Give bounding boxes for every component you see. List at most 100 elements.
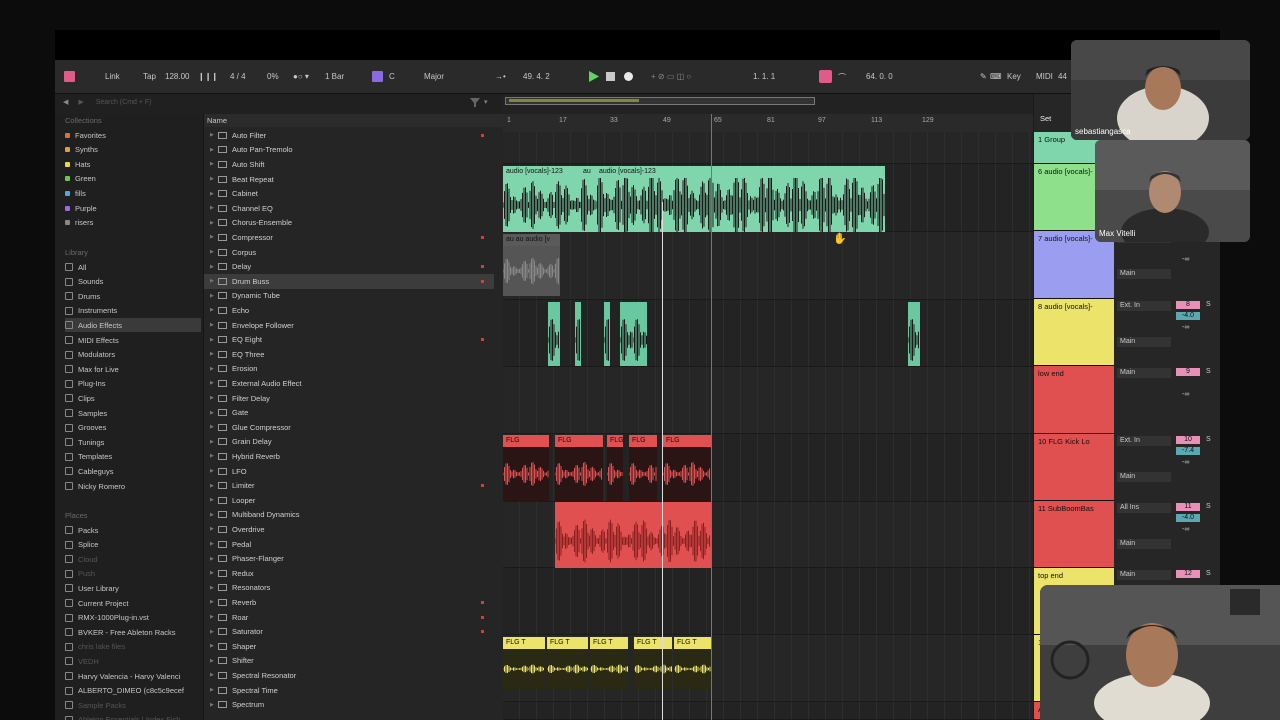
midi-clip[interactable]: FLG — [555, 435, 603, 501]
track-name[interactable]: 6 audio [vocals]- — [1038, 167, 1093, 176]
track-input-select[interactable]: Main — [1117, 368, 1171, 378]
track-name[interactable]: 10 FLG Kick Lo — [1038, 437, 1090, 446]
browser-list-item[interactable]: ▶ Reverb — [204, 595, 494, 610]
expand-triangle-icon[interactable]: ▶ — [204, 658, 214, 664]
place-item[interactable]: chris lake files — [65, 640, 201, 654]
expand-triangle-icon[interactable]: ▶ — [204, 366, 214, 372]
browser-list-item[interactable]: ▶ EQ Eight — [204, 332, 494, 347]
filter-icon[interactable] — [470, 98, 480, 107]
browser-list-item[interactable]: ▶ Grain Delay — [204, 435, 494, 450]
song-position[interactable]: 49. 4. 2 — [523, 72, 550, 81]
track-lane[interactable] — [503, 702, 1033, 720]
expand-triangle-icon[interactable]: ▶ — [204, 585, 214, 591]
search-input[interactable]: Search (Cmd + F) — [96, 99, 152, 106]
library-item[interactable]: Tunings — [65, 435, 201, 449]
tempo-field[interactable]: 128.00 — [165, 72, 189, 81]
library-item[interactable]: MIDI Effects — [65, 333, 201, 347]
track-output-select[interactable]: Main — [1117, 539, 1171, 549]
volume-field[interactable]: -4.0 — [1176, 312, 1200, 320]
track-name[interactable]: 7 audio [vocals]- — [1038, 234, 1093, 243]
expand-triangle-icon[interactable]: ▶ — [204, 410, 214, 416]
track-input-select[interactable]: Main — [1117, 570, 1171, 580]
track-header[interactable]: 10 FLG Kick Lo — [1034, 434, 1114, 501]
track-lane[interactable] — [503, 300, 1033, 367]
key-map-icon[interactable]: ⌨ — [990, 72, 1002, 81]
track-output-select[interactable]: Main — [1117, 269, 1171, 279]
library-item[interactable]: Grooves — [65, 421, 201, 435]
browser-list-item[interactable]: ▶ Spectral Time — [204, 683, 494, 698]
track-name[interactable]: 11 SubBoomBas — [1038, 504, 1094, 513]
metronome-icon[interactable]: ❙❙❙ — [198, 72, 218, 81]
browser-list-item[interactable]: ▶ Spectrum — [204, 697, 494, 712]
key-select[interactable]: C — [389, 72, 395, 81]
punch-icon[interactable]: ⌒ — [838, 72, 846, 83]
expand-triangle-icon[interactable]: ▶ — [204, 307, 214, 313]
browser-list-item[interactable]: ▶ Cabinet — [204, 186, 494, 201]
track-header[interactable]: 11 SubBoomBas — [1034, 501, 1114, 568]
browser-list-item[interactable]: ▶ Auto Filter — [204, 128, 494, 143]
browser-list-item[interactable]: ▶ Corpus — [204, 245, 494, 260]
browser-list-item[interactable]: ▶ Drum Buss — [204, 274, 494, 289]
collection-item[interactable]: Purple — [65, 201, 201, 215]
browser-list-item[interactable]: ▶ Saturator — [204, 624, 494, 639]
midi-clip[interactable]: FLG — [607, 435, 623, 501]
midi-clip[interactable]: FLG T — [590, 637, 628, 689]
library-item[interactable]: Templates — [65, 450, 201, 464]
solo-button[interactable]: S — [1206, 436, 1211, 443]
expand-triangle-icon[interactable]: ▶ — [204, 380, 214, 386]
dropdown-icon[interactable]: ▾ — [484, 98, 488, 106]
browser-list-item[interactable]: ▶ Beat Repeat — [204, 172, 494, 187]
loop-length[interactable]: 64. 0. 0 — [866, 72, 893, 81]
solo-button[interactable]: S — [1206, 301, 1211, 308]
audio-clip[interactable] — [620, 302, 634, 366]
track-activator[interactable]: 10 — [1176, 436, 1200, 444]
place-item[interactable]: Cloud — [65, 552, 201, 566]
browser-list-item[interactable]: ▶ Looper — [204, 493, 494, 508]
place-item[interactable]: Push — [65, 567, 201, 581]
browser-list-item[interactable]: ▶ Phaser-Flanger — [204, 551, 494, 566]
library-item[interactable]: Max for Live — [65, 362, 201, 376]
browser-list-item[interactable]: ▶ Echo — [204, 303, 494, 318]
expand-triangle-icon[interactable]: ▶ — [204, 424, 214, 430]
expand-triangle-icon[interactable]: ▶ — [204, 278, 214, 284]
solo-button[interactable]: S — [1206, 570, 1211, 577]
expand-triangle-icon[interactable]: ▶ — [204, 249, 214, 255]
browser-list-item[interactable]: ▶ Chorus-Ensemble — [204, 216, 494, 231]
stop-icon[interactable] — [606, 72, 615, 81]
key-map-button[interactable]: Key — [1007, 72, 1021, 81]
midi-clip[interactable]: FLG — [629, 435, 657, 501]
browser-list-item[interactable]: ▶ External Audio Effect — [204, 376, 494, 391]
pencil-icon[interactable]: ✎ — [980, 72, 987, 81]
track-activator[interactable]: 12 — [1176, 570, 1200, 578]
overview-strip[interactable] — [503, 94, 1033, 114]
library-item[interactable]: Audio Effects — [65, 318, 201, 333]
collection-item[interactable]: Synths — [65, 143, 201, 157]
expand-triangle-icon[interactable]: ▶ — [204, 497, 214, 503]
volume-field[interactable]: -4.0 — [1176, 514, 1200, 522]
track-activator[interactable]: 9 — [1176, 368, 1200, 376]
browser-list-item[interactable]: ▶ Shifter — [204, 654, 494, 669]
track-lane[interactable] — [503, 232, 1033, 300]
browser-search[interactable]: ◀ ▶ Search (Cmd + F) — [63, 98, 493, 112]
browser-list-item[interactable]: ▶ Multiband Dynamics — [204, 508, 494, 523]
audio-clip[interactable] — [908, 302, 920, 366]
solo-button[interactable]: S — [1206, 368, 1211, 375]
follow-icon[interactable]: →• — [495, 72, 506, 81]
browser-list-item[interactable]: ▶ Auto Pan-Tremolo — [204, 143, 494, 158]
beat-ruler[interactable]: 1 17 33 49 65 81 97 113 129 — [503, 114, 1033, 132]
expand-triangle-icon[interactable]: ▶ — [204, 614, 214, 620]
browser-list-item[interactable]: ▶ Delay — [204, 259, 494, 274]
browser-list-item[interactable]: ▶ Pedal — [204, 537, 494, 552]
audio-clip[interactable]: au — [580, 166, 596, 232]
swing-amount[interactable]: 0% — [267, 72, 279, 81]
expand-triangle-icon[interactable]: ▶ — [204, 337, 214, 343]
playhead[interactable] — [662, 202, 663, 720]
collection-item[interactable]: Favorites — [65, 128, 201, 142]
place-item[interactable]: User Library — [65, 581, 201, 595]
library-item[interactable]: Clips — [65, 391, 201, 405]
expand-triangle-icon[interactable]: ▶ — [204, 570, 214, 576]
library-item[interactable]: Modulators — [65, 348, 201, 362]
browser-list-item[interactable]: ▶ Spectral Resonator — [204, 668, 494, 683]
track-input-select[interactable]: All Ins — [1117, 503, 1171, 513]
browser-list-item[interactable]: ▶ Filter Delay — [204, 391, 494, 406]
